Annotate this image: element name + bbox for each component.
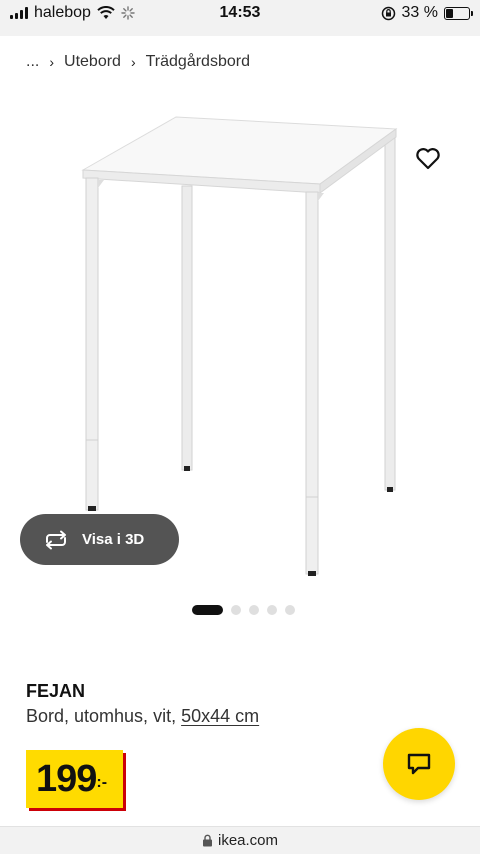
breadcrumb-ellipsis[interactable]: ... [26,53,39,71]
product-name: FEJAN [26,681,86,701]
status-right: 33 % [381,4,473,22]
product-measure-link[interactable]: 50x44 cm [181,706,259,726]
price-tag: 199 :- [26,750,124,808]
breadcrumb-utebord[interactable]: Utebord [64,53,121,71]
carousel-dot[interactable] [230,605,241,615]
battery-icon [444,6,473,20]
chat-icon [407,753,431,775]
chevron-right-icon: › [130,54,136,70]
view-3d-button[interactable]: Visa i 3D [20,514,179,565]
rotate-3d-icon [46,530,66,549]
view-3d-label: Visa i 3D [82,531,145,548]
heart-icon[interactable] [414,144,442,172]
battery-percent: 33 % [401,4,438,21]
orientation-lock-icon [381,6,395,20]
product-description: Bord, utomhus, vit, 50x44 cm [26,706,259,727]
breadcrumb: ... › Utebord › Trädgårdsbord [26,53,250,71]
lock-icon [202,834,212,847]
price-amount: 199 [36,758,97,800]
price-suffix: :- [96,774,108,791]
carousel-indicator [0,605,480,615]
carousel-dot[interactable] [191,605,223,615]
chat-button[interactable] [383,728,455,800]
carousel-dot[interactable] [266,605,277,615]
carousel-dot[interactable] [284,605,295,615]
battery-fill [446,8,453,18]
url-text: ikea.com [217,832,279,849]
product-description-text: Bord, utomhus, vit, [26,706,177,726]
status-bar: halebop 14:53 33 % [0,0,480,36]
url-bar[interactable]: ikea.com [0,826,480,854]
breadcrumb-tradgardsbord[interactable]: Trädgårdsbord [146,53,250,71]
carousel-dot[interactable] [248,605,259,615]
chevron-right-icon: › [49,54,55,70]
